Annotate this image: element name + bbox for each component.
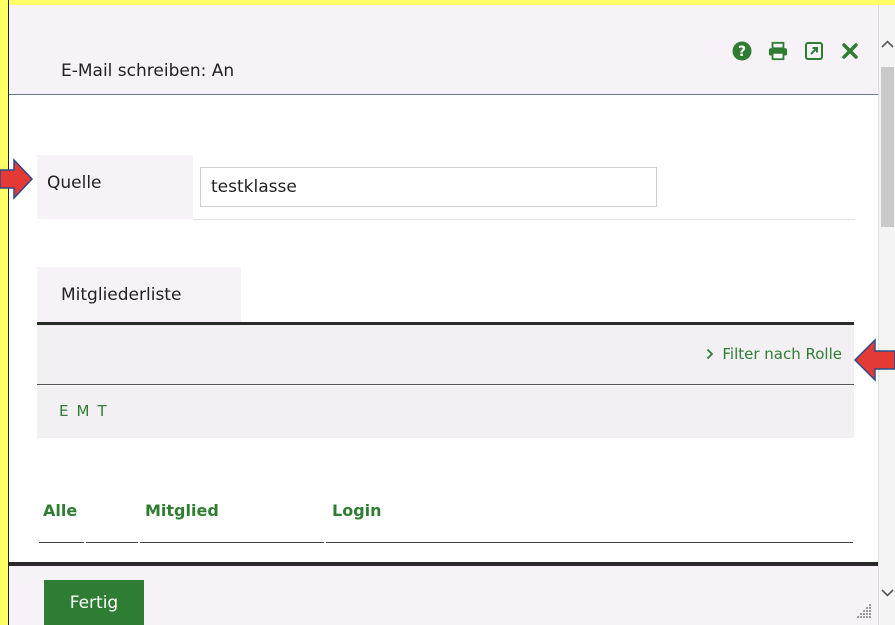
letter-link-t[interactable]: T bbox=[97, 402, 106, 420]
dialog-title: E-Mail schreiben: An bbox=[61, 61, 235, 81]
resize-grip-icon[interactable] bbox=[856, 603, 872, 619]
letter-index: E M T bbox=[59, 402, 107, 420]
print-icon[interactable] bbox=[768, 41, 788, 61]
dialog-footer: Fertig bbox=[9, 562, 878, 625]
header-toolbar: ? bbox=[732, 41, 860, 61]
filter-bar: Filter nach Rolle bbox=[37, 325, 854, 385]
column-divider-login bbox=[326, 542, 853, 543]
filter-by-role-link[interactable]: Filter nach Rolle bbox=[706, 345, 842, 363]
open-external-icon[interactable] bbox=[804, 41, 824, 61]
frame-highlight-left bbox=[0, 0, 9, 625]
column-divider-gap bbox=[86, 542, 138, 543]
svg-text:?: ? bbox=[738, 44, 746, 60]
scroll-down-arrow-icon[interactable] bbox=[879, 583, 895, 603]
letter-link-m[interactable]: M bbox=[76, 402, 89, 420]
scrollbar-thumb[interactable] bbox=[881, 67, 894, 227]
help-icon[interactable]: ? bbox=[732, 41, 752, 61]
source-label: Quelle bbox=[47, 173, 102, 193]
email-recipient-dialog: E-Mail schreiben: An ? Quelle Mitglieder… bbox=[9, 5, 878, 625]
tab-label: Mitgliederliste bbox=[61, 285, 182, 305]
annotation-arrow-left-icon bbox=[853, 338, 895, 382]
close-icon[interactable] bbox=[840, 41, 860, 61]
column-header-mitglied[interactable]: Mitglied bbox=[145, 501, 219, 520]
source-row-divider bbox=[193, 219, 855, 220]
tab-mitgliederliste[interactable]: Mitgliederliste bbox=[37, 267, 241, 323]
letter-link-e[interactable]: E bbox=[59, 402, 68, 420]
column-divider-alle bbox=[39, 542, 84, 543]
vertical-scrollbar[interactable] bbox=[878, 5, 895, 625]
letter-index-bar: E M T bbox=[37, 386, 854, 438]
dialog-header: E-Mail schreiben: An ? bbox=[9, 5, 878, 95]
chevron-right-icon bbox=[707, 348, 714, 360]
source-input[interactable] bbox=[200, 167, 657, 207]
filter-by-role-label: Filter nach Rolle bbox=[722, 345, 842, 363]
done-button[interactable]: Fertig bbox=[44, 580, 144, 625]
scroll-up-arrow-icon[interactable] bbox=[879, 35, 895, 55]
source-label-cell: Quelle bbox=[37, 155, 193, 219]
column-header-login[interactable]: Login bbox=[332, 501, 382, 520]
column-divider-mitglied bbox=[140, 542, 324, 543]
column-header-alle[interactable]: Alle bbox=[43, 501, 77, 520]
annotation-arrow-right-icon bbox=[0, 158, 34, 200]
